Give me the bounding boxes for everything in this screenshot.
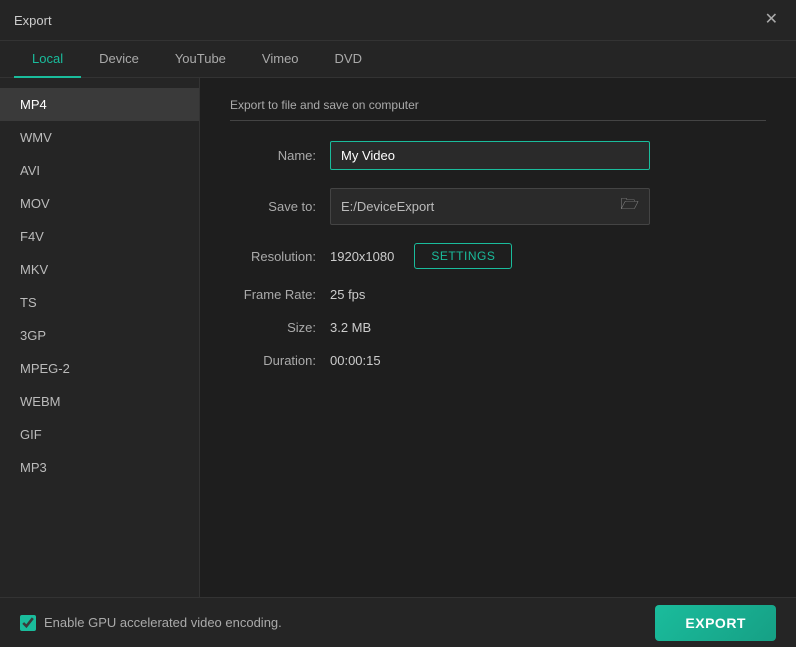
- tab-vimeo[interactable]: Vimeo: [244, 41, 317, 78]
- size-row: Size: 3.2 MB: [230, 320, 766, 335]
- resolution-row: Resolution: 1920x1080 SETTINGS: [230, 243, 766, 269]
- duration-row: Duration: 00:00:15: [230, 353, 766, 368]
- tab-device[interactable]: Device: [81, 41, 157, 78]
- frame-rate-label: Frame Rate:: [230, 287, 330, 302]
- resolution-value-area: 1920x1080 SETTINGS: [330, 243, 512, 269]
- settings-button[interactable]: SETTINGS: [414, 243, 512, 269]
- sidebar-item-wmv[interactable]: WMV: [0, 121, 199, 154]
- duration-label: Duration:: [230, 353, 330, 368]
- name-row: Name:: [230, 141, 766, 170]
- gpu-area: Enable GPU accelerated video encoding.: [20, 615, 282, 631]
- sidebar-item-gif[interactable]: GIF: [0, 418, 199, 451]
- save-to-row: Save to: E:/DeviceExport 🗁: [230, 188, 766, 225]
- sidebar-item-mov[interactable]: MOV: [0, 187, 199, 220]
- gpu-label: Enable GPU accelerated video encoding.: [44, 615, 282, 630]
- sidebar-item-3gp[interactable]: 3GP: [0, 319, 199, 352]
- gpu-checkbox[interactable]: [20, 615, 36, 631]
- tab-local[interactable]: Local: [14, 41, 81, 78]
- tab-youtube[interactable]: YouTube: [157, 41, 244, 78]
- sidebar-item-mp4[interactable]: MP4: [0, 88, 199, 121]
- frame-rate-row: Frame Rate: 25 fps: [230, 287, 766, 302]
- save-to-field[interactable]: E:/DeviceExport 🗁: [330, 188, 650, 225]
- export-button[interactable]: EXPORT: [655, 605, 776, 641]
- save-to-label: Save to:: [230, 199, 330, 214]
- tab-bar: Local Device YouTube Vimeo DVD: [0, 41, 796, 78]
- size-value: 3.2 MB: [330, 320, 371, 335]
- section-title: Export to file and save on computer: [230, 98, 766, 121]
- bottom-bar: Enable GPU accelerated video encoding. E…: [0, 597, 796, 647]
- sidebar-item-ts[interactable]: TS: [0, 286, 199, 319]
- frame-rate-value: 25 fps: [330, 287, 365, 302]
- sidebar-item-f4v[interactable]: F4V: [0, 220, 199, 253]
- sidebar-item-mp3[interactable]: MP3: [0, 451, 199, 484]
- sidebar-item-webm[interactable]: WEBM: [0, 385, 199, 418]
- window-title: Export: [14, 13, 52, 28]
- name-input[interactable]: [330, 141, 650, 170]
- sidebar-item-avi[interactable]: AVI: [0, 154, 199, 187]
- folder-icon[interactable]: 🗁: [620, 194, 639, 219]
- duration-value: 00:00:15: [330, 353, 381, 368]
- main-area: MP4 WMV AVI MOV F4V MKV TS 3GP MPEG-2 WE…: [0, 78, 796, 597]
- sidebar-item-mkv[interactable]: MKV: [0, 253, 199, 286]
- size-label: Size:: [230, 320, 330, 335]
- resolution-label: Resolution:: [230, 249, 330, 264]
- export-content: Export to file and save on computer Name…: [200, 78, 796, 597]
- close-button[interactable]: ✕: [761, 10, 782, 30]
- format-sidebar: MP4 WMV AVI MOV F4V MKV TS 3GP MPEG-2 WE…: [0, 78, 200, 597]
- resolution-value: 1920x1080: [330, 249, 394, 264]
- sidebar-item-mpeg2[interactable]: MPEG-2: [0, 352, 199, 385]
- title-bar: Export ✕: [0, 0, 796, 41]
- save-to-path: E:/DeviceExport: [341, 199, 614, 214]
- tab-dvd[interactable]: DVD: [317, 41, 380, 78]
- name-label: Name:: [230, 148, 330, 163]
